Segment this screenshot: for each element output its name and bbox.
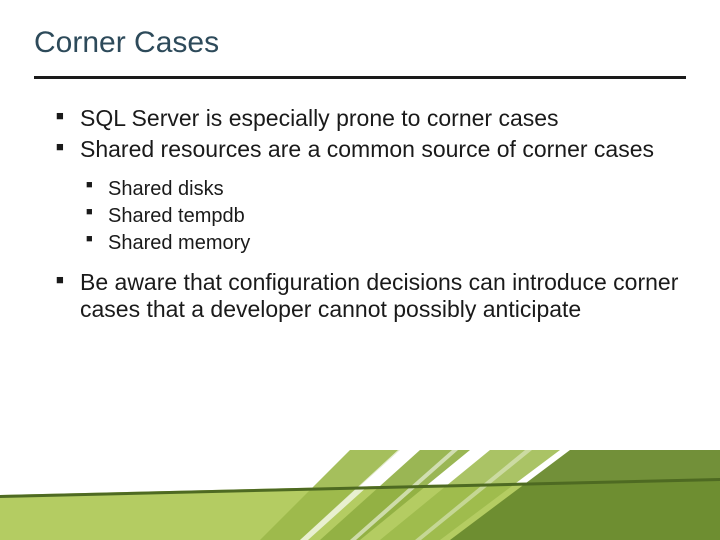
slide-title: Corner Cases (34, 26, 686, 60)
list-item: Shared disks (86, 177, 680, 201)
list-item: Shared resources are a common source of … (56, 136, 680, 255)
slide: Corner Cases SQL Server is especially pr… (0, 0, 720, 540)
sub-bullet-list: Shared disks Shared tempdb Shared memory (86, 177, 680, 255)
list-item-text: Shared memory (108, 232, 250, 254)
list-item-text: Shared disks (108, 178, 224, 200)
title-area: Corner Cases (0, 0, 720, 68)
list-item-text: Shared tempdb (108, 205, 245, 227)
bullet-list: SQL Server is especially prone to corner… (56, 105, 680, 324)
decorative-bar (0, 450, 720, 540)
list-item: Be aware that configuration decisions ca… (56, 269, 680, 323)
list-item: Shared tempdb (86, 204, 680, 228)
list-item-text: SQL Server is especially prone to corner… (80, 105, 559, 131)
content-area: SQL Server is especially prone to corner… (0, 79, 720, 324)
list-item-text: Shared resources are a common source of … (80, 136, 654, 162)
list-item: Shared memory (86, 231, 680, 255)
list-item: SQL Server is especially prone to corner… (56, 105, 680, 132)
list-item-text: Be aware that configuration decisions ca… (80, 269, 678, 322)
